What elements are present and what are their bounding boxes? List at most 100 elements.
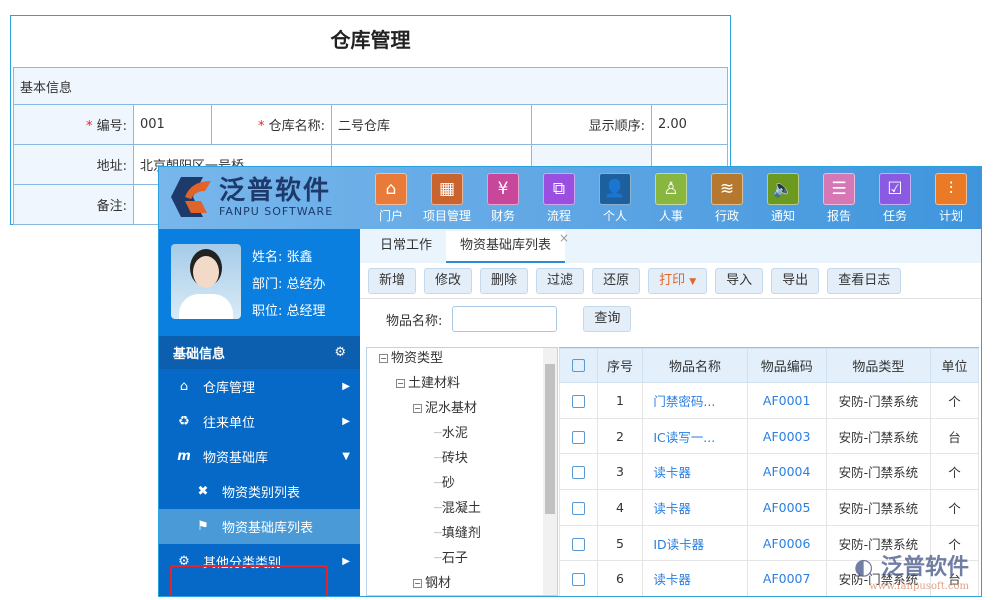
table-row[interactable]: 4读卡器AF0005安防-门禁系统个 <box>560 490 979 526</box>
task-icon: ☑ <box>879 173 911 205</box>
watermark: ◐ 泛普软件www.fanpusoft.com <box>854 549 969 592</box>
sidebar-item-partners[interactable]: ♻往来单位▶ <box>159 404 360 439</box>
code-label: * 编号: <box>14 105 134 145</box>
toolbar-button-4[interactable]: 还原 <box>592 268 640 294</box>
toolbar-button-6[interactable]: 导入 <box>715 268 763 294</box>
flag-icon: ⚑ <box>194 519 212 534</box>
category-tree: −物资类型−土建材料−泥水基材┈水泥┈砖块┈砂┈混凝土┈填缝剂┈石子−钢材 <box>366 347 558 596</box>
sidebar-item-label: 物资基础库 <box>203 447 268 466</box>
sidebar-section-header: 基础信息⚙ <box>159 336 360 369</box>
code-field[interactable]: 001 <box>134 105 212 145</box>
order-field[interactable]: 2.00 <box>652 105 728 145</box>
sidebar-item-materials[interactable]: m物资基础库▼ <box>159 439 360 474</box>
tree-node[interactable]: −泥水基材 <box>367 396 557 421</box>
cell[interactable]: 读卡器 <box>643 454 747 490</box>
collapse-icon[interactable]: − <box>396 379 405 388</box>
close-icon[interactable]: × <box>559 223 569 253</box>
tab-material-base-list[interactable]: 物资基础库列表× <box>446 231 565 263</box>
home-icon: ⌂ <box>375 173 407 205</box>
cell: AF0007 <box>747 561 826 597</box>
main-content: 日常工作 物资基础库列表× 新增修改删除过滤还原打印 ▼ 导入导出查看日志 物品名… <box>360 229 981 596</box>
scrollbar[interactable] <box>543 348 557 595</box>
nav-report[interactable]: ☰报告 <box>811 173 867 224</box>
toolbar-button-5[interactable]: 打印 ▼ <box>648 268 707 294</box>
select-all-checkbox[interactable] <box>560 349 598 383</box>
nav-user[interactable]: ♙人事 <box>643 173 699 224</box>
tree-node[interactable]: ┈混凝土 <box>367 496 557 521</box>
tree-node[interactable]: ┈石子 <box>367 546 557 571</box>
tree-node[interactable]: −土建材料 <box>367 371 557 396</box>
column-header[interactable]: 序号 <box>597 349 643 383</box>
nav-flow[interactable]: ⧉流程 <box>531 173 587 224</box>
sidebar-item-label: 仓库管理 <box>203 377 255 396</box>
query-button[interactable]: 查询 <box>583 306 631 332</box>
user-dept: 部门: 总经办 <box>252 271 326 298</box>
name-field[interactable]: 二号仓库 <box>332 105 532 145</box>
layers-icon: ≋ <box>711 173 743 205</box>
tree-node[interactable]: −物资类型 <box>367 347 557 371</box>
cell: 安防-门禁系统 <box>826 490 930 526</box>
tree-node[interactable]: ┈砖块 <box>367 446 557 471</box>
tab-daily-work[interactable]: 日常工作 <box>366 231 446 263</box>
cell[interactable]: 读卡器 <box>643 561 747 597</box>
cell[interactable]: 门禁密码... <box>643 383 747 419</box>
tree-node[interactable]: −钢材 <box>367 571 557 596</box>
cell: AF0004 <box>747 454 826 490</box>
column-header[interactable]: 物品类型 <box>826 349 930 383</box>
cell: 3 <box>597 454 643 490</box>
nav-yen[interactable]: ¥财务 <box>475 173 531 224</box>
row-checkbox[interactable] <box>560 525 598 561</box>
column-header[interactable]: 物品编码 <box>747 349 826 383</box>
user-icon: ♙ <box>655 173 687 205</box>
tree-node[interactable]: ┈水泥 <box>367 421 557 446</box>
nav-label: 个人 <box>587 207 643 224</box>
nav-speaker[interactable]: 🔈通知 <box>755 173 811 224</box>
toolbar-button-2[interactable]: 删除 <box>480 268 528 294</box>
tree-node[interactable]: ┈填缝剂 <box>367 521 557 546</box>
sidebar-item-material-base-list[interactable]: ⚑物资基础库列表 <box>159 509 360 544</box>
name-label: * 仓库名称: <box>212 105 332 145</box>
row-checkbox[interactable] <box>560 561 598 597</box>
nav-label: 项目管理 <box>419 207 475 224</box>
collapse-icon[interactable]: − <box>413 404 422 413</box>
toolbar-button-7[interactable]: 导出 <box>771 268 819 294</box>
cell: 1 <box>597 383 643 419</box>
nav-sliders[interactable]: ⫶计划 <box>923 173 979 224</box>
column-header[interactable]: 单位 <box>931 349 979 383</box>
toolbar-button-0[interactable]: 新增 <box>368 268 416 294</box>
nav-task[interactable]: ☑ 任务 <box>867 173 923 224</box>
sidebar-item-material-category-list[interactable]: ✖物资类别列表 <box>159 474 360 509</box>
nav-home[interactable]: ⌂门户 <box>363 173 419 224</box>
toolbar-button-8[interactable]: 查看日志 <box>827 268 901 294</box>
row-checkbox[interactable] <box>560 454 598 490</box>
gear-icon[interactable]: ⚙ <box>334 345 346 360</box>
table-row[interactable]: 3读卡器AF0004安防-门禁系统个 <box>560 454 979 490</box>
toolbar-button-3[interactable]: 过滤 <box>536 268 584 294</box>
cell: 2 <box>597 418 643 454</box>
collapse-icon[interactable]: − <box>413 579 422 588</box>
nav-label: 任务 <box>867 207 923 224</box>
collapse-icon[interactable]: − <box>379 354 388 363</box>
cell: 个 <box>931 454 979 490</box>
sidebar-item-warehouse[interactable]: ⌂仓库管理▶ <box>159 369 360 404</box>
table-row[interactable]: 1门禁密码...AF0001安防-门禁系统个 <box>560 383 979 419</box>
nav-person[interactable]: 👤个人 <box>587 173 643 224</box>
column-header[interactable]: 物品名称 <box>643 349 747 383</box>
recycle-icon: ♻ <box>175 414 193 429</box>
table-row[interactable]: 2IC读写一...AF0003安防-门禁系统台 <box>560 418 979 454</box>
cell[interactable]: 读卡器 <box>643 490 747 526</box>
tree-node[interactable]: ┈砂 <box>367 471 557 496</box>
tab-bar: 日常工作 物资基础库列表× <box>360 229 981 263</box>
toolbar-button-1[interactable]: 修改 <box>424 268 472 294</box>
item-name-input[interactable] <box>452 306 557 332</box>
form-title: 仓库管理 <box>11 24 730 53</box>
cell[interactable]: IC读写一... <box>643 418 747 454</box>
nav-layers[interactable]: ≋行政 <box>699 173 755 224</box>
nav-grid[interactable]: ▦项目管理 <box>419 173 475 224</box>
caret-right-icon: ▶ <box>342 416 350 427</box>
cell: 4 <box>597 490 643 526</box>
row-checkbox[interactable] <box>560 418 598 454</box>
row-checkbox[interactable] <box>560 490 598 526</box>
row-checkbox[interactable] <box>560 383 598 419</box>
cell[interactable]: ID读卡器 <box>643 525 747 561</box>
